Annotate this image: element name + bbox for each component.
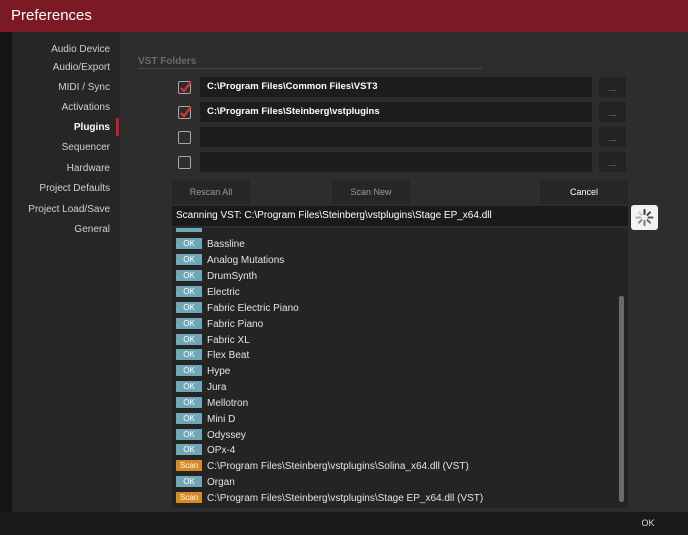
status-badge: Scan bbox=[176, 491, 202, 503]
plugin-name: OPx-4 bbox=[207, 445, 236, 456]
status-badge: OK bbox=[176, 269, 202, 281]
folder-1-checkbox[interactable] bbox=[178, 81, 192, 94]
plugin-name: Mini D bbox=[207, 414, 236, 425]
status-badge: OK bbox=[176, 237, 202, 249]
status-badge: Scan bbox=[176, 459, 202, 471]
folder-1-path[interactable]: C:\Program Files\Common Files\VST3 bbox=[200, 77, 592, 97]
sidebar-item-plugins[interactable]: Plugins bbox=[74, 122, 110, 133]
list-item: OK Bassline bbox=[176, 237, 245, 252]
cancel-button[interactable]: Cancel bbox=[540, 180, 628, 204]
status-badge: OK bbox=[176, 348, 202, 360]
plugin-name: C:\Program Files\Steinberg\vstplugins\St… bbox=[207, 493, 484, 504]
plugin-name: Fabric Piano bbox=[207, 319, 264, 330]
status-badge: OK bbox=[176, 317, 202, 329]
status-badge: OK bbox=[176, 475, 202, 487]
folder-2-browse-button[interactable]: ... bbox=[599, 102, 626, 122]
folder-2-checkbox[interactable] bbox=[178, 106, 192, 119]
list-item: OK Flex Beat bbox=[176, 348, 249, 363]
left-gutter bbox=[0, 32, 12, 512]
sidebar: Audio Device Audio/Export MIDI / Sync Ac… bbox=[12, 32, 120, 512]
sidebar-item-audio-device[interactable]: Audio Device bbox=[51, 44, 110, 55]
sidebar-item-audio-export[interactable]: Audio/Export bbox=[53, 62, 110, 73]
plugin-name: DrumSynth bbox=[207, 271, 258, 282]
sidebar-item-activations[interactable]: Activations bbox=[62, 102, 110, 113]
folder-2-path[interactable]: C:\Program Files\Steinberg\vstplugins bbox=[200, 102, 592, 122]
title-bar: Preferences bbox=[0, 0, 688, 32]
plugin-name: Bassline bbox=[207, 239, 245, 250]
plugin-name: Analog Mutations bbox=[207, 255, 285, 266]
status-badge: OK bbox=[176, 301, 202, 313]
rescan-all-button[interactable]: Rescan All bbox=[172, 180, 250, 204]
plugin-name: C:\Program Files\Steinberg\vstplugins\So… bbox=[207, 461, 469, 472]
section-divider bbox=[138, 68, 482, 69]
status-badge: OK bbox=[176, 364, 202, 376]
scan-status: Scanning VST: C:\Program Files\Steinberg… bbox=[172, 206, 628, 226]
folder-4-path[interactable] bbox=[200, 152, 592, 172]
scan-actions: Rescan All Scan New Cancel bbox=[172, 180, 628, 204]
list-item: OK Fabric Electric Piano bbox=[176, 301, 299, 316]
plugin-name: Electric bbox=[207, 287, 240, 298]
sidebar-item-midi-sync[interactable]: MIDI / Sync bbox=[58, 82, 110, 93]
folder-4-checkbox[interactable] bbox=[178, 156, 191, 169]
sidebar-item-general[interactable]: General bbox=[74, 224, 110, 235]
sidebar-item-sequencer[interactable]: Sequencer bbox=[62, 142, 110, 153]
plugin-name: Fabric XL bbox=[207, 335, 250, 346]
list-item: OK Odyssey bbox=[176, 428, 246, 443]
status-badge: OK bbox=[176, 285, 202, 297]
list-item: OK Fabric Piano bbox=[176, 317, 263, 332]
sidebar-item-project-defaults[interactable]: Project Defaults bbox=[39, 183, 110, 194]
plugin-name: Mellotron bbox=[207, 398, 249, 409]
status-badge: OK bbox=[176, 396, 202, 408]
folder-1-browse-button[interactable]: ... bbox=[599, 77, 626, 97]
status-badge: OK bbox=[176, 333, 202, 345]
list-item: OK Jura bbox=[176, 380, 226, 395]
status-badge bbox=[176, 228, 202, 232]
list-item: OK Mellotron bbox=[176, 396, 248, 411]
folder-4-browse-button[interactable]: ... bbox=[599, 152, 626, 172]
plugin-name: Fabric Electric Piano bbox=[207, 303, 299, 314]
folder-3-path[interactable] bbox=[200, 127, 592, 147]
folder-3-checkbox[interactable] bbox=[178, 131, 191, 144]
folder-3-browse-button[interactable]: ... bbox=[599, 127, 626, 147]
list-item: OK Fabric XL bbox=[176, 333, 250, 348]
window-title: Preferences bbox=[11, 7, 92, 24]
sidebar-item-project-load-save[interactable]: Project Load/Save bbox=[28, 204, 110, 215]
list-item: OK Hype bbox=[176, 364, 230, 379]
list-item: OK Organ bbox=[176, 475, 235, 490]
list-item: Scan C:\Program Files\Steinberg\vstplugin… bbox=[176, 491, 483, 506]
list-item: OK Mini D bbox=[176, 412, 235, 427]
checkmark-icon bbox=[180, 106, 192, 118]
results-scrollbar[interactable] bbox=[619, 296, 624, 502]
list-item bbox=[176, 228, 207, 235]
list-item: OK Analog Mutations bbox=[176, 253, 284, 268]
list-item: Scan C:\Program Files\Steinberg\vstplugin… bbox=[176, 459, 469, 474]
sidebar-item-hardware[interactable]: Hardware bbox=[67, 163, 110, 174]
status-badge: OK bbox=[176, 428, 202, 440]
plugin-name: Jura bbox=[207, 382, 227, 393]
plugin-name: Organ bbox=[207, 477, 235, 488]
list-item: OK OPx-4 bbox=[176, 443, 235, 458]
scan-new-button[interactable]: Scan New bbox=[332, 180, 410, 204]
status-badge: OK bbox=[176, 443, 202, 455]
list-item: OK DrumSynth bbox=[176, 269, 257, 284]
plugin-name: Flex Beat bbox=[207, 350, 250, 361]
loading-spinner-icon bbox=[631, 205, 658, 230]
section-title: VST Folders bbox=[138, 56, 197, 67]
ok-button[interactable]: OK bbox=[624, 514, 672, 533]
list-item: OK Electric bbox=[176, 285, 240, 300]
status-badge: OK bbox=[176, 380, 202, 392]
scan-results-list[interactable]: OK Bassline OK Analog Mutations OK DrumSynt… bbox=[172, 228, 628, 508]
status-badge: OK bbox=[176, 253, 202, 265]
footer-bar bbox=[0, 512, 688, 535]
status-badge: OK bbox=[176, 412, 202, 424]
plugin-name: Odyssey bbox=[207, 430, 246, 441]
checkmark-icon bbox=[180, 81, 192, 93]
plugin-name: Hype bbox=[207, 366, 231, 377]
active-nav-marker bbox=[116, 118, 119, 136]
